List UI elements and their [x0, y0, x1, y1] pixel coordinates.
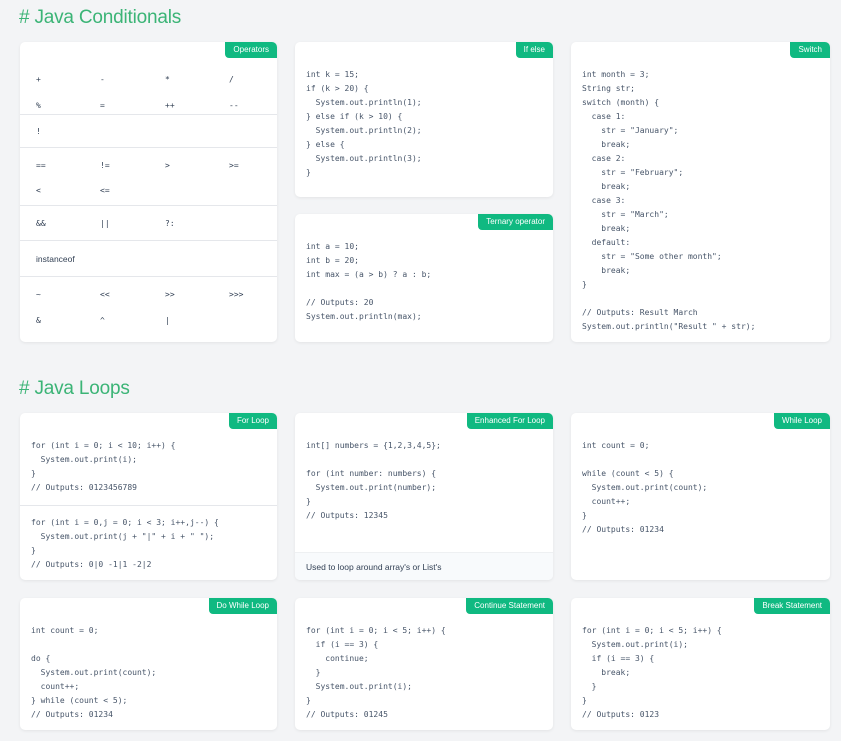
for-loop-divider: [20, 505, 277, 506]
operator-symbol: >>: [165, 290, 175, 299]
while-loop-code: int count = 0; while (count < 5) { Syste…: [582, 441, 708, 534]
operator-symbol: >: [165, 161, 170, 170]
operator-line: ~ << >> >>>: [20, 290, 277, 304]
operator-symbol: -: [100, 75, 105, 84]
operator-symbol: --: [229, 101, 239, 110]
for-loop-badge: For Loop: [228, 413, 277, 429]
operator-symbol: ==: [36, 161, 46, 170]
ternary-badge: Ternary operator: [478, 214, 553, 230]
operator-symbol: &&: [36, 219, 46, 228]
operator-symbol: &: [36, 316, 41, 325]
operator-line: instanceof: [20, 254, 277, 268]
operator-line: + - * /: [20, 75, 277, 89]
if-else-code: int k = 15; if (k > 20) { System.out.pri…: [306, 70, 422, 177]
operator-group: ~ << >> >>> & ^ |: [20, 277, 277, 342]
do-while-card: Do While Loop int count = 0; do { System…: [20, 598, 277, 730]
if-else-badge: If else: [515, 42, 553, 58]
operator-line: && ||?:: [20, 219, 277, 233]
operator-line: == != > >=: [20, 161, 277, 175]
operator-symbol: %: [36, 101, 41, 110]
for-loop-code-1: for (int i = 0; i < 10; i++) { System.ou…: [31, 441, 176, 492]
break-card: Break Statement for (int i = 0; i < 5; i…: [571, 598, 830, 730]
operator-symbol: ?:: [165, 219, 175, 228]
enhanced-for-card: Enhanced For Loop int[] numbers = {1,2,3…: [295, 413, 553, 580]
switch-badge: Switch: [790, 42, 830, 58]
operators-card: Operators + - * /% = ++ --! == != > >= < <= && ||?: ins…: [20, 42, 277, 342]
while-loop-card: While Loop int count = 0; while (count <…: [571, 413, 830, 580]
operator-symbol: !=: [100, 161, 110, 170]
enhanced-for-code: int[] numbers = {1,2,3,4,5}; for (int nu…: [306, 441, 441, 520]
operator-symbol: =: [100, 101, 105, 110]
operator-symbol: >>>: [229, 290, 244, 299]
operator-group: == != > >= < <=: [20, 148, 277, 206]
ternary-card: Ternary operator int a = 10; int b = 20;…: [295, 214, 553, 342]
operator-symbol: ~: [36, 290, 41, 299]
operator-symbol: !: [36, 127, 41, 136]
operator-symbol: >=: [229, 161, 239, 170]
continue-card: Continue Statement for (int i = 0; i < 5…: [295, 598, 553, 730]
continue-code: for (int i = 0; i < 5; i++) { if (i == 3…: [306, 626, 446, 719]
operator-symbol: ||: [100, 219, 110, 228]
break-badge: Break Statement: [754, 598, 830, 614]
operator-line: < <=: [20, 186, 277, 200]
operator-line: !: [20, 127, 277, 141]
break-code: for (int i = 0; i < 5; i++) { System.out…: [582, 626, 722, 719]
for-loop-code-2: for (int i = 0,j = 0; i < 3; i++,j--) { …: [31, 518, 219, 569]
do-while-badge: Do While Loop: [208, 598, 277, 614]
operator-symbol: ++: [165, 101, 175, 110]
operator-symbol: <<: [100, 290, 110, 299]
for-loop-card: For Loop for (int i = 0; i < 10; i++) { …: [20, 413, 277, 580]
operator-line: & ^ |: [20, 316, 277, 330]
section-title-conditionals: # Java Conditionals: [19, 7, 182, 28]
operator-symbol: <: [36, 186, 41, 195]
operator-group: && ||?:: [20, 206, 277, 241]
ternary-code: int a = 10; int b = 20; int max = (a > b…: [306, 242, 432, 321]
do-while-code: int count = 0; do { System.out.print(cou…: [31, 626, 157, 719]
operator-symbol: /: [229, 75, 234, 84]
operator-symbol: ^: [100, 316, 105, 325]
switch-card: Switch int month = 3; String str; switch…: [571, 42, 830, 342]
operator-line: % = ++ --: [20, 101, 277, 115]
operator-group: + - * /% = ++ --!: [20, 64, 277, 148]
operator-symbol: |: [165, 316, 170, 325]
operator-symbol: <=: [100, 186, 110, 195]
operator-row-divider: [20, 114, 277, 115]
continue-badge: Continue Statement: [466, 598, 553, 614]
while-loop-badge: While Loop: [773, 413, 830, 429]
operator-group: instanceof: [20, 241, 277, 277]
enhanced-for-badge: Enhanced For Loop: [466, 413, 553, 429]
operator-symbol: *: [165, 75, 170, 84]
operator-symbol: +: [36, 75, 41, 84]
section-title-loops: # Java Loops: [19, 378, 130, 399]
if-else-card: If else int k = 15; if (k > 20) { System…: [295, 42, 553, 197]
enhanced-for-note: Used to loop around array's or List's: [295, 552, 553, 580]
operators-badge: Operators: [225, 42, 277, 58]
operator-symbol: instanceof: [36, 254, 75, 264]
switch-code: int month = 3; String str; switch (month…: [582, 70, 756, 331]
